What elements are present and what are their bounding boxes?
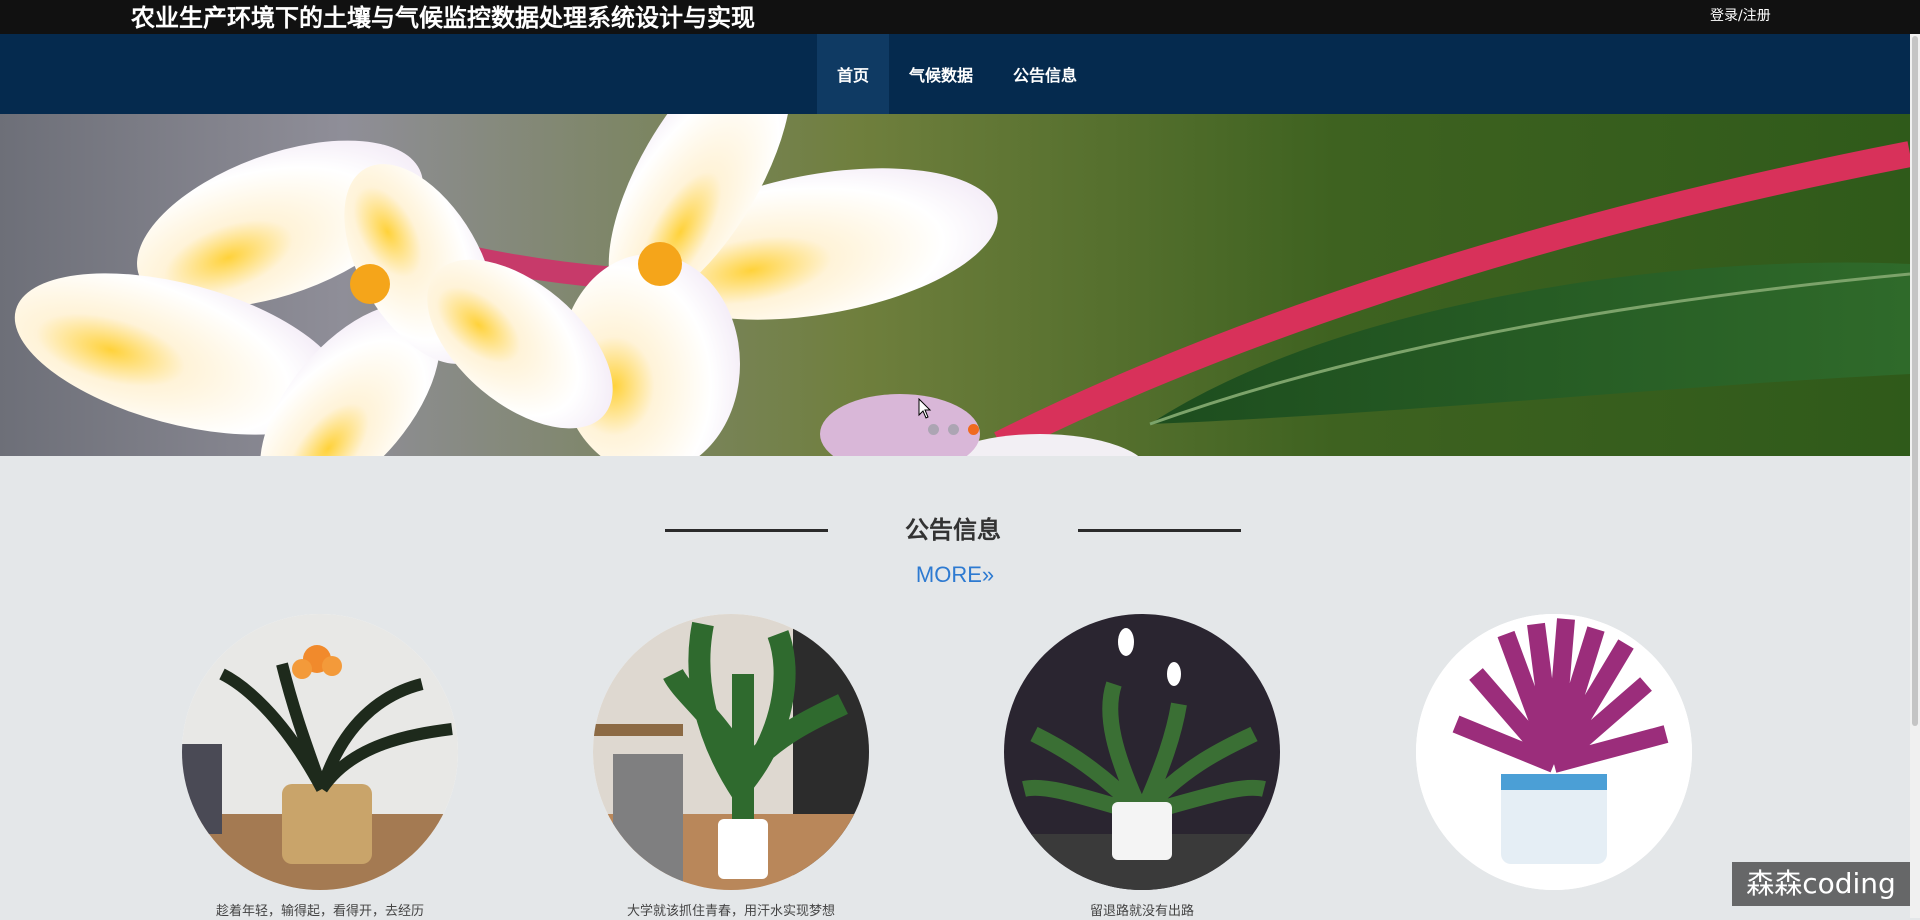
peace-lily-plant-image (1004, 614, 1280, 890)
video-watermark: 森森coding (1732, 862, 1910, 906)
nav-item-home[interactable]: 首页 (817, 34, 890, 114)
nav-item-climate-data[interactable]: 气候数据 (889, 34, 993, 114)
carousel-dots (928, 424, 979, 435)
announcement-card[interactable]: 趁着年轻，输得起，看得开，去经历 (182, 614, 458, 920)
bird-of-paradise-plant-image (593, 614, 869, 890)
main-nav: 首页 气候数据 公告信息 (0, 34, 1920, 114)
banner-carousel[interactable] (0, 114, 1910, 456)
carousel-dot-2[interactable] (948, 424, 959, 435)
purple-bromeliad-plant-image (1416, 614, 1692, 890)
top-bar: 农业生产环境下的土壤与气候监控数据处理系统设计与实现 登录/注册 (0, 0, 1920, 34)
carousel-dot-1[interactable] (928, 424, 939, 435)
heading-line-right (1078, 529, 1241, 532)
double-chevron-right-icon: » (981, 562, 995, 587)
announcement-card[interactable] (1416, 614, 1692, 904)
mouse-cursor-icon (918, 398, 932, 419)
nav-item-announcements[interactable]: 公告信息 (993, 34, 1097, 114)
banner-flower-illustration (14, 114, 1910, 456)
clivia-in-basket-image (182, 614, 458, 890)
scrollbar-thumb[interactable] (1912, 36, 1918, 726)
announcement-card[interactable]: 大学就该抓住青春，用汗水实现梦想 (593, 614, 869, 920)
site-title: 农业生产环境下的土壤与气候监控数据处理系统设计与实现 (131, 4, 755, 32)
login-register-link[interactable]: 登录/注册 (1710, 7, 1771, 25)
section-heading: 公告信息 (665, 510, 1241, 550)
carousel-dot-3[interactable] (968, 424, 979, 435)
more-link[interactable]: MORE» (900, 560, 1010, 590)
nav-list: 首页 气候数据 公告信息 (817, 34, 1097, 114)
announcement-card[interactable]: 留退路就没有出路 (1004, 614, 1280, 920)
announcement-cards: 趁着年轻，输得起，看得开，去经历 大学就该抓住青春，用汗水实现梦想 留退路就没有… (0, 614, 1920, 920)
more-label: MORE (915, 562, 982, 587)
